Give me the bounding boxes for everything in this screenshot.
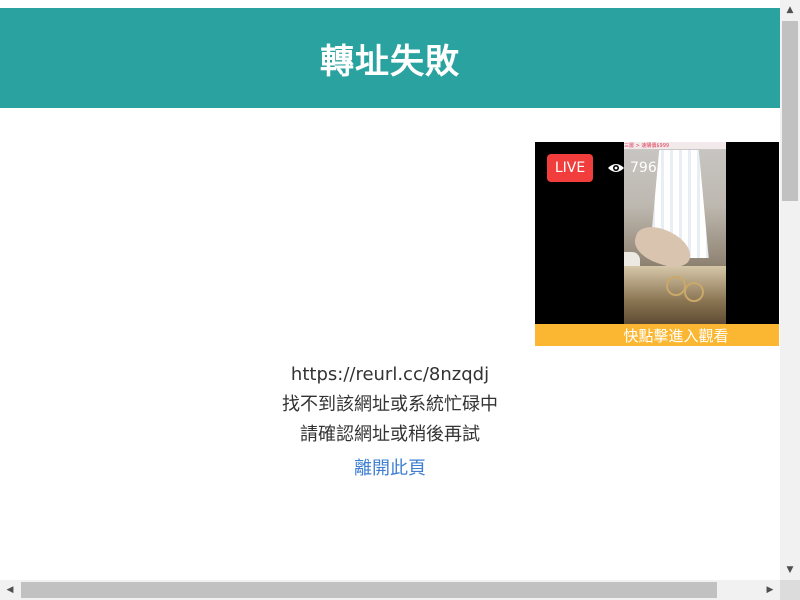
scroll-up-arrow-icon[interactable]: ▲ [780,0,800,20]
live-video-preview[interactable]: 三層 > 速購價$999 LIVE 796 [535,142,779,324]
error-line-1: 找不到該網址或系統忙碌中 [282,394,498,415]
viewer-count: 796 [607,154,657,182]
page-title: 轉址失敗 [320,41,460,82]
live-stream-ad[interactable]: 三層 > 速購價$999 LIVE 796 快點擊進入觀看 [535,142,779,346]
vertical-scrollbar[interactable]: ▲ ▼ [780,0,800,580]
failed-url: https://reurl.cc/8nzqdj [290,364,490,385]
watch-now-button[interactable]: 快點擊進入觀看 [535,324,779,346]
scrollbar-corner [780,580,800,600]
horizontal-scroll-thumb[interactable] [21,582,717,598]
eye-icon [608,164,624,172]
page-top-margin [0,0,780,8]
scroll-down-arrow-icon[interactable]: ▼ [780,560,800,580]
page-header: 轉址失敗 [0,8,780,108]
ring-image [666,276,686,296]
viewer-count-value: 796 [630,160,657,176]
scroll-left-arrow-icon[interactable]: ◀ [0,580,20,600]
live-badge: LIVE [547,154,593,182]
scroll-right-arrow-icon[interactable]: ▶ [760,580,780,600]
error-message: https://reurl.cc/8nzqdj 找不到該網址或系統忙碌中 請確認… [0,360,780,486]
vertical-scroll-thumb[interactable] [782,21,798,201]
horizontal-scrollbar[interactable]: ◀ ▶ [0,580,780,600]
error-line-2: 請確認網址或稍後再試 [300,424,480,445]
leave-page-link[interactable]: 離開此頁 [354,452,426,486]
ring-image [684,282,704,302]
video-caption: 三層 > 速購價$999 [624,142,726,149]
